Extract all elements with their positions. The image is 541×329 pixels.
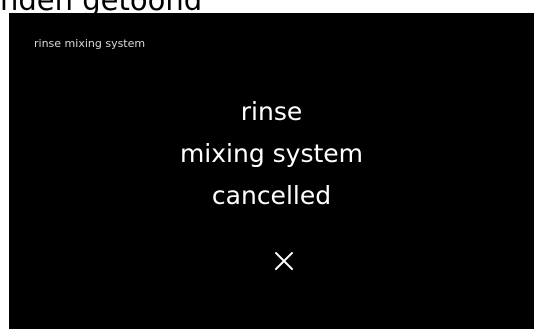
screen-title: rinse mixing system: [34, 37, 146, 50]
message-line-3: cancelled: [211, 181, 332, 210]
message-line-2: mixing system: [179, 139, 364, 168]
message-line-1: rinse: [240, 97, 303, 126]
caption-text: nden getoond: [0, 0, 541, 13]
close-x-icon: [275, 252, 293, 270]
status-message: rinse mixing system cancelled: [9, 91, 534, 217]
machine-display: rinse mixing system rinse mixing system …: [9, 13, 534, 329]
